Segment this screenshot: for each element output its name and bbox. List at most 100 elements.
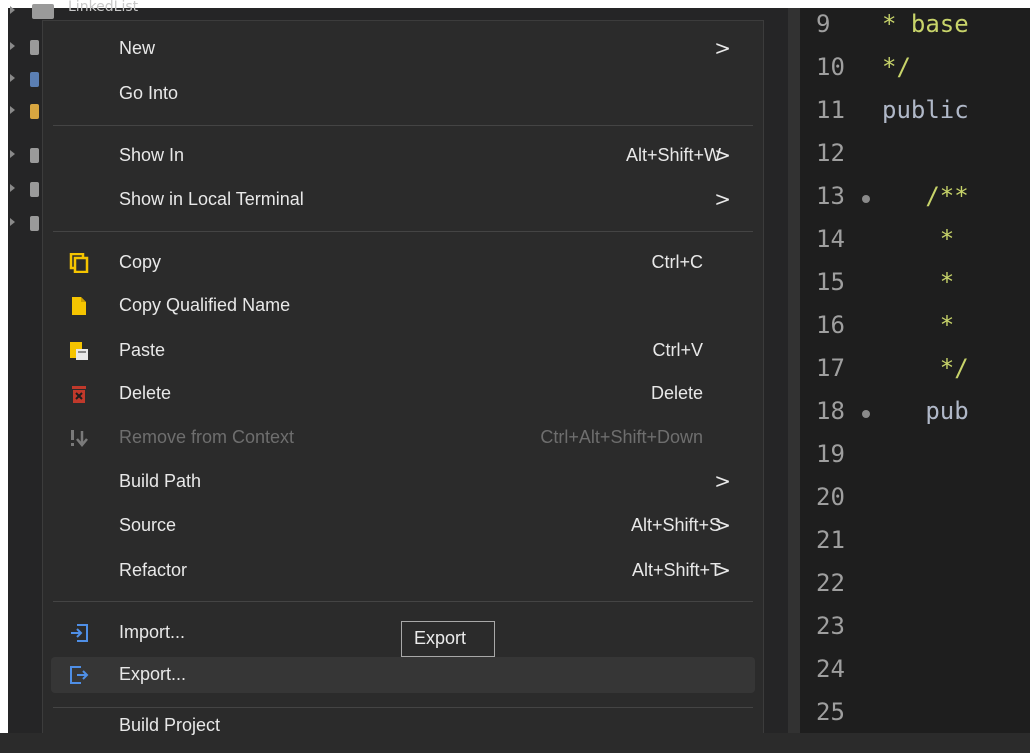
menu-item-show-in[interactable]: Show In Alt+Shift+W > [51,138,755,174]
line-number: 10 [816,53,845,81]
line-number: 21 [816,526,845,554]
menu-item-label: Import... [119,622,186,642]
line-number: 22 [816,569,845,597]
code-line[interactable]: 9 * base [800,10,1030,50]
shortcut-label: Ctrl+Alt+Shift+Down [540,427,703,447]
menu-separator [53,707,753,708]
code-line[interactable]: 20 [800,483,1030,523]
code-text: public [882,96,969,124]
fold-toggle-icon[interactable] [862,195,870,203]
menu-item-new[interactable]: New > [51,31,755,67]
submenu-arrow-icon: > [714,469,731,493]
shortcut-label: Delete [650,383,703,403]
code-line[interactable]: 13 /** [800,182,1030,222]
code-line[interactable]: 12 [800,139,1030,179]
menu-item-copy-qualified-name[interactable]: Copy Qualified Name [51,288,755,324]
code-line[interactable]: 24 [800,655,1030,695]
menu-separator [53,601,753,602]
line-number: 18 [816,397,845,425]
line-number: 9 [816,10,831,38]
code-line[interactable]: 19 [800,440,1030,480]
menu-item-label: Show In [119,145,185,165]
expand-arrow-icon[interactable] [10,42,15,50]
code-text: * base [882,10,969,38]
line-number: 14 [816,225,845,253]
tree-item-linkedlist[interactable]: LinkedList [8,0,138,22]
expand-arrow-icon[interactable] [10,74,15,82]
submenu-arrow-icon: > [714,36,731,60]
menu-item-build-project[interactable]: Build Project [51,715,755,753]
submenu-arrow-icon: > [714,558,731,582]
delete-icon [69,384,89,404]
code-line[interactable]: 14 * [800,225,1030,265]
project-icon [30,148,39,163]
menu-item-show-in-local-terminal[interactable]: Show in Local Terminal > [51,182,755,218]
remove-from-context-icon [69,428,89,448]
menu-item-build-path[interactable]: Build Path > [51,464,755,500]
menu-item-label: Show in Local Terminal [119,189,304,209]
fold-toggle-icon[interactable] [862,410,870,418]
expand-arrow-icon[interactable] [10,150,15,158]
code-text: */ [882,53,911,81]
expand-arrow-icon[interactable] [10,218,15,226]
left-strip [0,0,8,733]
code-text: pub [882,397,969,425]
paste-icon [69,341,89,361]
import-icon [69,623,89,643]
code-line[interactable]: 16 * [800,311,1030,351]
menu-item-go-into[interactable]: Go Into [51,76,755,112]
menu-item-label: Refactor [119,560,188,580]
menu-item-label: Source [119,515,177,535]
menu-item-label: New [119,38,156,58]
project-icon [30,40,39,55]
tree-item-label: LinkedList [68,0,139,15]
project-icon [30,216,39,231]
code-text: * [882,268,955,296]
menu-item-remove-from-context: Remove from Context Ctrl+Alt+Shift+Down [51,420,755,456]
submenu-arrow-icon: > [714,513,731,537]
code-line[interactable]: 22 [800,569,1030,609]
copy-qualified-name-icon [69,296,89,316]
menu-item-paste[interactable]: Paste Ctrl+V [51,333,755,369]
menu-item-delete[interactable]: Delete Delete [51,376,755,412]
menu-item-source[interactable]: Source Alt+Shift+S > [51,508,755,544]
code-line[interactable]: 25 [800,698,1030,733]
expand-arrow-icon[interactable] [10,184,15,192]
menu-item-refactor[interactable]: Refactor Alt+Shift+T > [51,553,755,589]
menu-item-export[interactable]: Export... [51,657,755,693]
menu-item-copy[interactable]: Copy Ctrl+C [51,245,755,281]
code-text: */ [882,354,969,382]
pane-divider[interactable] [788,8,800,733]
code-text: * [882,225,955,253]
top-strip [0,0,1030,8]
code-editor[interactable]: 9 * base 10 */11 public 12 13 /** 14 * 15 * 16 * 1… [800,8,1030,733]
code-line[interactable]: 21 [800,526,1030,566]
folder-icon [32,4,54,19]
tooltip: Export [401,621,495,657]
code-line[interactable]: 23 [800,612,1030,652]
menu-separator [53,125,753,126]
submenu-arrow-icon: > [714,143,731,167]
expand-arrow-icon[interactable] [10,106,15,114]
line-number: 24 [816,655,845,683]
line-number: 12 [816,139,845,167]
menu-separator [53,231,753,232]
code-line[interactable]: 15 * [800,268,1030,308]
menu-item-label: Go Into [119,83,179,103]
menu-item-label: Copy Qualified Name [119,295,291,315]
code-line[interactable]: 17 */ [800,354,1030,394]
expand-arrow-icon[interactable] [10,6,15,14]
warning-project-icon [30,104,39,119]
line-number: 25 [816,698,845,726]
submenu-arrow-icon: > [714,187,731,211]
maven-project-icon [30,72,39,87]
menu-item-label: Remove from Context [119,427,295,447]
shortcut-label: Alt+Shift+T [631,560,721,580]
line-number: 11 [816,96,845,124]
code-line[interactable]: 18 pub [800,397,1030,437]
code-line[interactable]: 10 */ [800,53,1030,93]
code-line[interactable]: 11 public [800,96,1030,136]
menu-item-label: Export... [119,664,187,684]
menu-item-label: Copy [119,252,162,272]
project-icon [30,182,39,197]
